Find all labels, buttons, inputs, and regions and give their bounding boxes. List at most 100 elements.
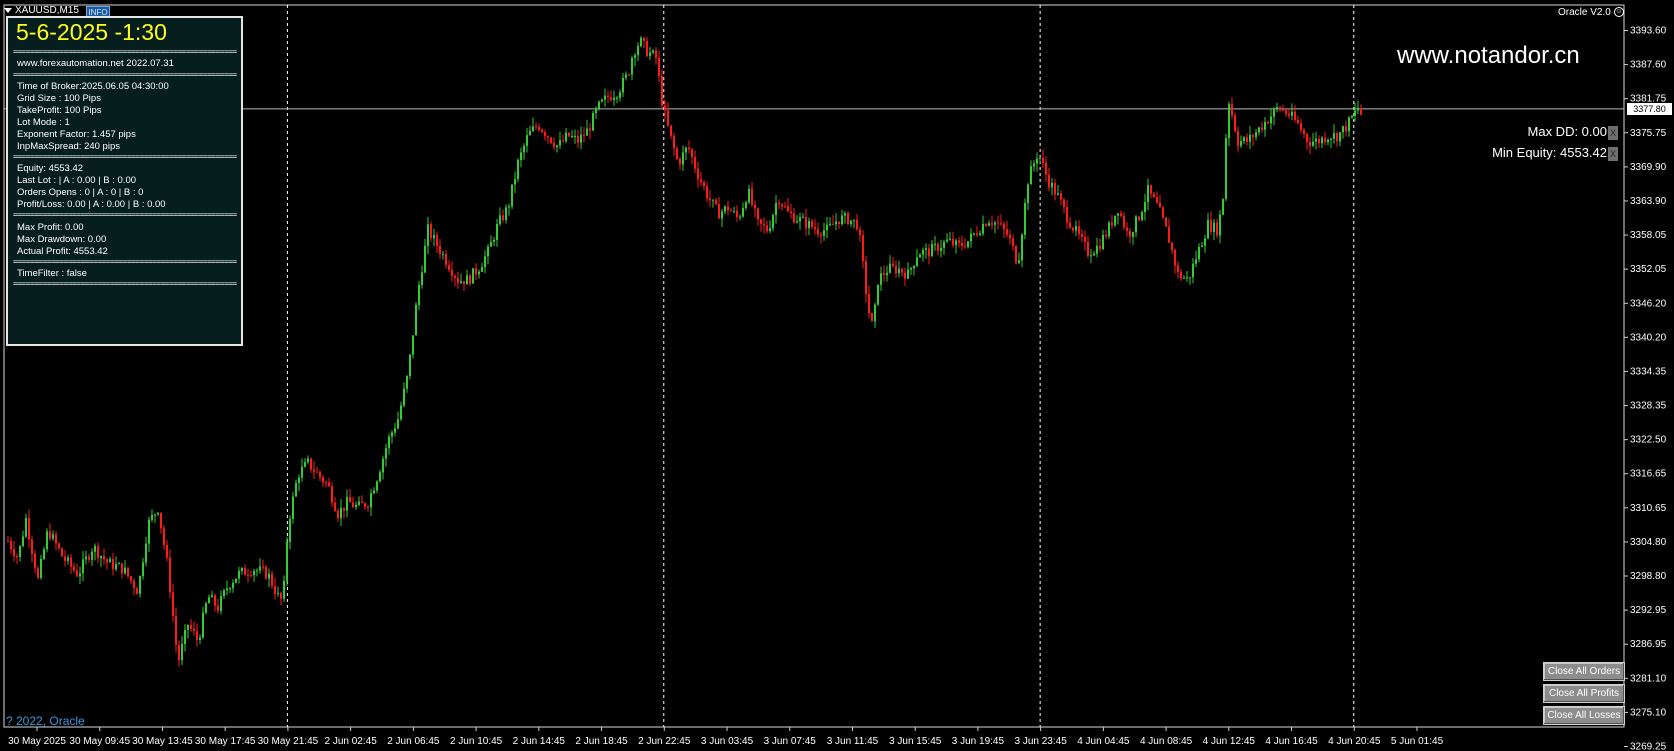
candle-body <box>1264 121 1266 130</box>
candle-body <box>1165 217 1167 227</box>
candle-body <box>694 156 696 169</box>
candle-body <box>1000 223 1002 225</box>
candle-body <box>199 637 201 640</box>
candle-body <box>1015 246 1017 263</box>
min-equity-text: Min Equity: 4553.42 <box>1492 145 1607 160</box>
candle-body <box>1198 246 1200 260</box>
candle-body <box>10 541 12 550</box>
time-axis: 30 May 2025 30 May 09:45 30 May 13:45 30 Ma… <box>8 727 1444 747</box>
candle-body <box>610 96 612 100</box>
candle-body <box>1318 138 1320 144</box>
candle-body <box>451 269 453 276</box>
candle-body <box>310 458 312 470</box>
candle-body <box>955 240 957 246</box>
candle-body <box>1072 227 1074 231</box>
candle-body <box>367 506 369 508</box>
candle-body <box>1150 185 1152 194</box>
candle-body <box>841 215 843 225</box>
candle-body <box>304 462 306 467</box>
price-tick-label: 3304.80 <box>1630 537 1667 548</box>
candle-body <box>1180 271 1182 279</box>
price-chart[interactable]: 3393.603387.603381.753375.753369.903363.… <box>0 0 1674 751</box>
candle-body <box>1114 215 1116 226</box>
candle-body <box>1339 132 1341 142</box>
close-icon[interactable]: X <box>1608 125 1618 140</box>
candle-body <box>1132 232 1134 237</box>
price-tick-label: 3286.95 <box>1630 639 1667 650</box>
dropdown-triangle-icon[interactable] <box>4 7 12 13</box>
candle-body <box>505 207 507 221</box>
candle-body <box>1333 132 1335 139</box>
candle-body <box>388 436 390 449</box>
candle-body <box>733 211 735 213</box>
candle-body <box>946 239 948 242</box>
candle-body <box>157 512 159 515</box>
candle-body <box>736 211 738 218</box>
candle-body <box>1054 182 1056 195</box>
candle-body <box>1234 115 1236 132</box>
candle-body <box>1051 182 1053 188</box>
smiley-icon[interactable]: ☺ <box>1613 7 1624 18</box>
candle-body <box>28 517 30 540</box>
candle-body <box>1111 222 1113 226</box>
candle-body <box>481 267 483 272</box>
candle-body <box>730 210 732 212</box>
candle-body <box>1348 117 1350 132</box>
candle-body <box>466 275 468 285</box>
candle-body <box>1126 227 1128 232</box>
candle-body <box>1216 222 1218 236</box>
candle-body <box>664 105 666 111</box>
close-icon[interactable]: X <box>1608 146 1618 161</box>
candle-body <box>832 223 834 225</box>
candle-body <box>901 268 903 273</box>
candle-body <box>943 241 945 248</box>
candle-body <box>601 99 603 102</box>
candle-body <box>1219 214 1221 236</box>
candle-body <box>160 512 162 529</box>
current-price-label: 3377.80 <box>1627 102 1672 115</box>
candle-body <box>22 536 24 546</box>
candle-body <box>484 256 486 268</box>
candle-body <box>1009 234 1011 239</box>
symbol-label[interactable]: XAUUSD,M15 <box>4 5 79 16</box>
candle-body <box>61 548 63 557</box>
time-tick-label: 3 Jun 11:45 <box>827 736 879 747</box>
candle-body <box>550 137 552 143</box>
candle-body <box>1249 134 1251 142</box>
candle-body <box>1120 213 1122 216</box>
candle-body <box>871 313 873 322</box>
candle-body <box>1252 134 1254 138</box>
candle-body <box>511 184 513 207</box>
close-all-losses-button[interactable]: Close All Losses <box>1543 706 1625 725</box>
candle-body <box>583 134 585 136</box>
candle-body <box>973 233 975 235</box>
candle-body <box>625 74 627 78</box>
ea-info-panel: 5-6-2025 -1:30 =========================… <box>6 16 243 346</box>
candle-body <box>1360 107 1362 116</box>
candle-body <box>718 204 720 219</box>
candle-body <box>880 273 882 285</box>
candle-body <box>805 216 807 229</box>
time-tick-label: 30 May 21:45 <box>258 736 319 747</box>
candle-body <box>1006 229 1008 235</box>
candle-body <box>1042 157 1044 163</box>
candle-body <box>460 281 462 284</box>
candle-body <box>424 245 426 273</box>
close-all-orders-button[interactable]: Close All Orders <box>1543 662 1625 681</box>
candle-body <box>685 147 687 153</box>
candle-body <box>1087 241 1089 256</box>
candle-body <box>289 518 291 542</box>
close-all-profits-button[interactable]: Close All Profits <box>1543 684 1625 703</box>
candle-body <box>1189 277 1191 279</box>
candle-body <box>52 534 54 539</box>
candle-body <box>205 603 207 613</box>
max-dd-stat: Max DD: 0.00 X <box>1500 124 1618 140</box>
expert-advisor-label[interactable]: Oracle V2.0 ☺ <box>1558 7 1624 18</box>
price-tick-label: 3292.95 <box>1630 605 1667 616</box>
candle-body <box>673 135 675 149</box>
candle-body <box>436 234 438 246</box>
time-tick-label: 2 Jun 14:45 <box>513 736 566 747</box>
candle-body <box>325 482 327 484</box>
candle-body <box>703 182 705 187</box>
candle-body <box>634 55 636 58</box>
